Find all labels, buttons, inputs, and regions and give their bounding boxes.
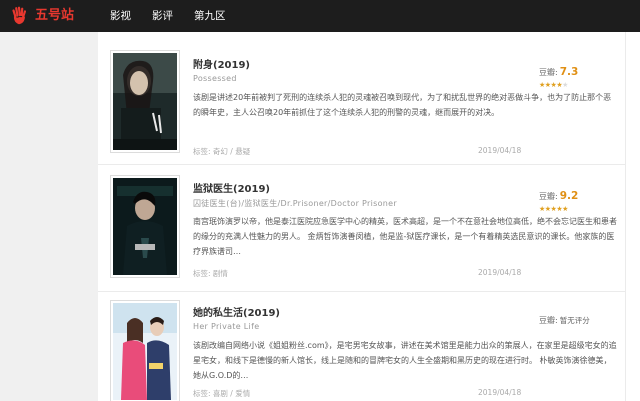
movie-poster[interactable]	[110, 175, 180, 278]
rating-score: 7.3	[559, 66, 579, 78]
movie-original-title: Her Private Life	[193, 322, 260, 331]
rating-label: 豆瓣:	[539, 68, 558, 77]
movie-card: 她的私生活(2019) Her Private Life 该剧改编自网络小说《姐…	[98, 292, 640, 401]
movie-card: 附身(2019) Possessed 该剧是讲述20年前被判了死刑的连续杀人犯的…	[98, 32, 640, 164]
movie-title[interactable]: 监狱医生(2019)	[193, 180, 270, 195]
poster-image-possessed	[113, 53, 177, 150]
movie-description: 该剧是讲述20年前被判了死刑的连续杀人犯的灵魂被召唤到现代，为了和扰乱世界的绝对…	[193, 93, 612, 117]
nav-item-reviews[interactable]: 影评	[152, 0, 173, 32]
rating-stars: ★★★★★	[539, 205, 568, 213]
movie-date: 2019/04/18	[478, 146, 522, 155]
stars-filled: ★★★★★	[539, 205, 568, 213]
site-name: 五号站	[35, 8, 75, 23]
nav-item-zone9[interactable]: 第九区	[194, 0, 226, 32]
movie-year: (2019)	[243, 308, 280, 319]
douban-rating: 豆瓣: 暂无评分	[539, 308, 590, 327]
rating-label: 豆瓣:	[539, 192, 558, 201]
movie-original-title: 囚徒医生(台)/监狱医生/Dr.Prisoner/Doctor Prisoner	[193, 199, 397, 208]
top-navbar: 五号站 影视 影评 第九区	[0, 0, 640, 32]
douban-rating: 豆瓣: 9.2	[539, 184, 578, 203]
movie-tags: 标签: 剧情	[193, 269, 228, 278]
movie-description: 该剧改编自网络小说《姐姐粉丝.com》，是宅男宅女故事，讲述在美术馆里是能力出众…	[193, 341, 617, 380]
poster-image-her-private-life	[113, 303, 177, 400]
nav-item-movies[interactable]: 影视	[110, 0, 131, 32]
movie-date: 2019/04/18	[478, 388, 522, 397]
movie-poster[interactable]	[110, 300, 180, 401]
movie-year: (2019)	[213, 60, 250, 71]
movie-list: 附身(2019) Possessed 该剧是讲述20年前被判了死刑的连续杀人犯的…	[98, 32, 640, 401]
rating-none: 暂无评分	[559, 316, 590, 325]
rating-score: 9.2	[559, 190, 579, 202]
main-nav: 影视 影评 第九区	[110, 0, 247, 32]
movie-card: 监狱医生(2019) 囚徒医生(台)/监狱医生/Dr.Prisoner/Doct…	[98, 165, 640, 291]
movie-title[interactable]: 附身(2019)	[193, 56, 250, 71]
douban-rating: 豆瓣: 7.3	[539, 60, 578, 79]
stars-empty: ★	[562, 81, 568, 89]
movie-description: 南宫珉饰演罗以帝，他是泰江医院应急医学中心的精英，医术高超，是一个不在意社会地位…	[193, 217, 617, 256]
movie-date: 2019/04/18	[478, 268, 522, 277]
hand-icon	[12, 6, 27, 25]
site-logo[interactable]: 五号站	[8, 4, 74, 28]
movie-title-text: 附身	[193, 60, 213, 71]
stars-filled: ★★★★	[539, 81, 563, 89]
rating-stars: ★★★★★	[539, 81, 568, 89]
movie-year: (2019)	[233, 184, 270, 195]
poster-image-prisoner	[113, 178, 177, 275]
movie-tags: 标签: 奇幻 / 悬疑	[193, 147, 251, 156]
movie-title-text: 监狱医生	[193, 184, 233, 195]
movie-poster[interactable]	[110, 50, 180, 153]
movie-tags: 标签: 喜剧 / 爱情	[193, 389, 251, 398]
rating-label: 豆瓣:	[539, 316, 558, 325]
movie-title[interactable]: 她的私生活(2019)	[193, 304, 280, 319]
movie-title-text: 她的私生活	[193, 308, 243, 319]
movie-original-title: Possessed	[193, 74, 237, 83]
